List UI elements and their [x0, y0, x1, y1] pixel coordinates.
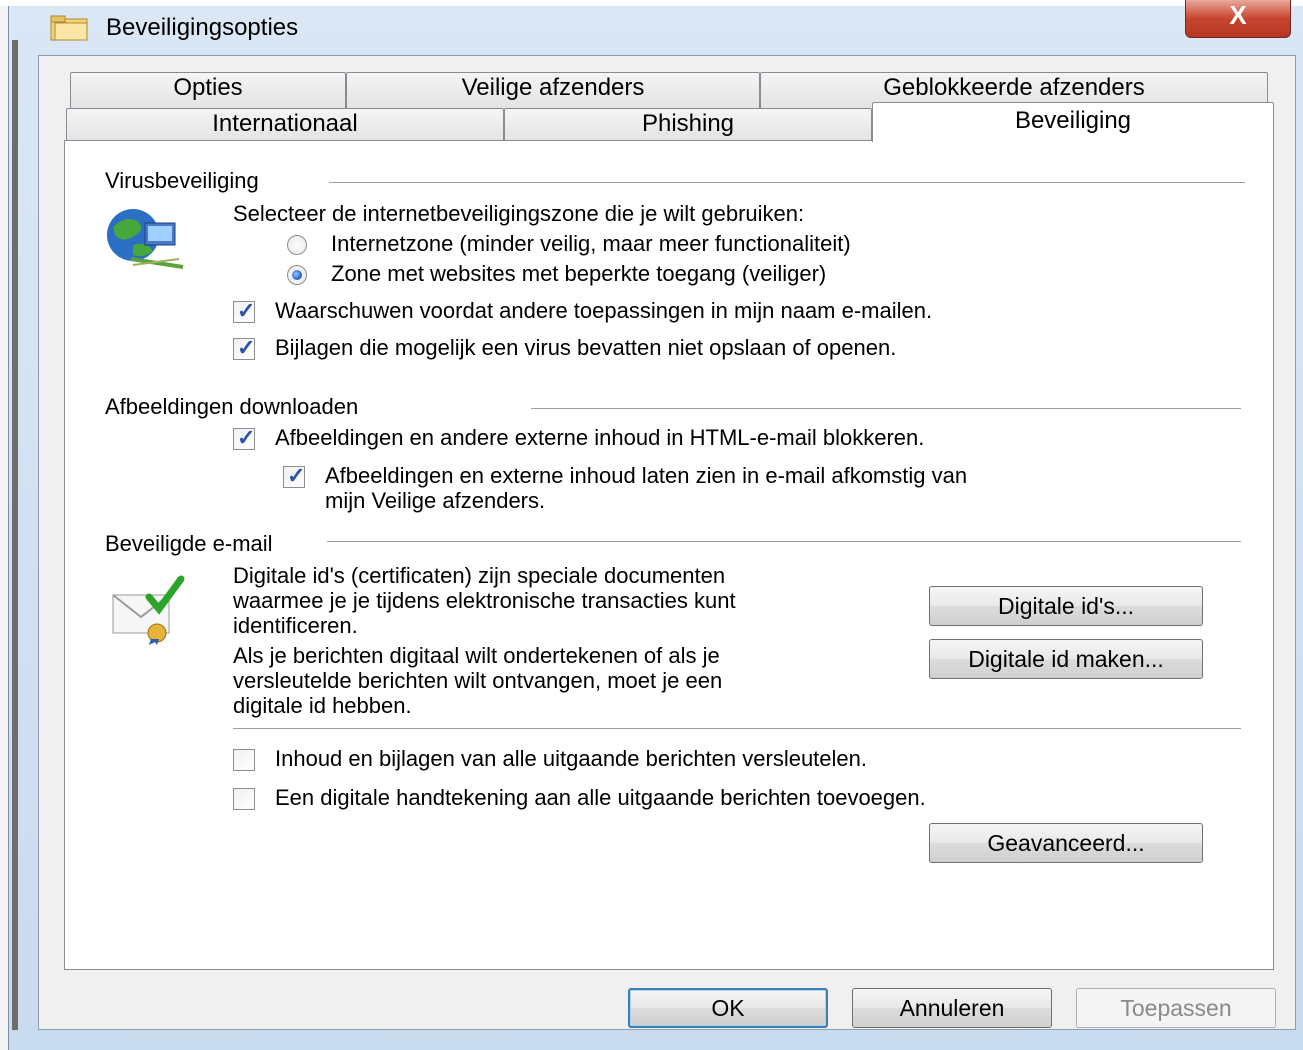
separator — [329, 182, 1245, 183]
checkbox-encrypt-outgoing-label[interactable]: Inhoud en bijlagen van alle uitgaande be… — [275, 746, 867, 772]
checkbox-warn-send-mail-label[interactable]: Waarschuwen voordat andere toepassingen … — [275, 298, 932, 324]
checkbox-sign-outgoing[interactable] — [233, 788, 255, 810]
checkbox-sign-outgoing-label[interactable]: Een digitale handtekening aan alle uitga… — [275, 785, 926, 811]
digital-id-requirement-text: Als je berichten digitaal wilt onderteke… — [233, 643, 722, 718]
check-mark-icon: ✓ — [237, 425, 256, 450]
check-mark-icon: ✓ — [287, 463, 306, 488]
zone-prompt: Selecteer de internetbeveiligingszone di… — [233, 201, 805, 226]
separator — [233, 728, 1241, 729]
desc-line: versleutelde berichten wilt ontvangen, m… — [233, 668, 723, 693]
desc-line: digitale id hebben. — [233, 693, 412, 718]
cancel-button[interactable]: Annuleren — [852, 988, 1052, 1028]
checkbox-encrypt-outgoing[interactable] — [233, 749, 255, 771]
tab-veilige-afzenders[interactable]: Veilige afzenders — [346, 72, 760, 108]
checkbox-block-external-content-label[interactable]: Afbeeldingen en andere externe inhoud in… — [275, 425, 924, 451]
security-options-dialog: Beveiligingsopties X Opties Veilige afze… — [0, 0, 1303, 1050]
radio-internetzone[interactable] — [287, 235, 307, 255]
tab-label: Beveiliging — [1014, 107, 1132, 134]
radio-restricted-zone-label[interactable]: Zone met websites met beperkte toegang (… — [331, 261, 826, 287]
checkbox-warn-send-mail[interactable]: ✓ — [233, 298, 256, 323]
tab-label: Geblokkeerde afzenders — [883, 74, 1145, 101]
close-icon: X — [1229, 0, 1247, 30]
check-mark-icon: ✓ — [237, 298, 256, 323]
digital-id-description: Digitale id's (certificaten) zijn specia… — [233, 563, 736, 638]
desc-line: Als je berichten digitaal wilt onderteke… — [233, 643, 720, 668]
check-mark-icon: ✓ — [237, 335, 256, 360]
apply-button[interactable]: Toepassen — [1076, 988, 1276, 1028]
label-line: Afbeeldingen en externe inhoud laten zie… — [325, 463, 968, 488]
tab-label: Internationaal — [212, 110, 358, 137]
checkbox-show-safe-senders-content-label[interactable]: Afbeeldingen en externe inhoud laten zie… — [325, 463, 967, 513]
section-title-secure-mail: Beveiligde e-mail — [105, 531, 277, 557]
radio-internetzone-label[interactable]: Internetzone (minder veilig, maar meer f… — [331, 231, 851, 257]
checkbox-block-virus-attachments[interactable]: ✓ — [233, 335, 256, 360]
separator — [531, 408, 1241, 409]
desc-line: identificeren. — [233, 613, 358, 638]
separator — [327, 541, 1241, 542]
section-title-virus: Virusbeveiliging — [105, 168, 263, 194]
close-button[interactable]: X — [1185, 0, 1291, 38]
tab-label: Veilige afzenders — [461, 74, 645, 101]
desc-line: waarmee je je tijdens elektronische tran… — [233, 588, 736, 613]
tab-phishing[interactable]: Phishing — [504, 108, 872, 142]
tab-label: Opties — [173, 74, 243, 101]
radio-restricted-zone[interactable] — [287, 265, 307, 285]
tab-opties[interactable]: Opties — [70, 72, 346, 108]
checkbox-show-safe-senders-content[interactable]: ✓ — [283, 463, 306, 488]
advanced-button[interactable]: Geavanceerd... — [929, 823, 1203, 863]
checkbox-block-external-content[interactable]: ✓ — [233, 425, 256, 450]
caption-top-strip — [0, 0, 1303, 6]
globe-network-icon — [107, 209, 184, 269]
section-title-images: Afbeeldingen downloaden — [105, 394, 363, 420]
window-title: Beveiligingsopties — [106, 14, 299, 41]
checkbox-block-virus-attachments-label[interactable]: Bijlagen die mogelijk een virus bevatten… — [275, 335, 896, 361]
folder-icon — [50, 15, 88, 41]
digital-ids-button[interactable]: Digitale id's... — [929, 586, 1203, 626]
tab-beveiliging[interactable]: Beveiliging — [872, 102, 1274, 142]
tab-label: Phishing — [641, 110, 735, 137]
tab-internationaal[interactable]: Internationaal — [66, 108, 504, 142]
window-shadow — [12, 40, 18, 1030]
label-line: mijn Veilige afzenders. — [325, 488, 546, 513]
background-strip — [0, 0, 8, 1050]
desc-line: Digitale id's (certificaten) zijn specia… — [233, 563, 726, 588]
certificate-envelope-icon — [112, 575, 185, 645]
tab-panel-beveiliging: Virusbeveiliging Selecteer de internetbe… — [64, 140, 1274, 970]
create-digital-id-button[interactable]: Digitale id maken... — [929, 639, 1203, 679]
ok-button[interactable]: OK — [628, 988, 828, 1028]
